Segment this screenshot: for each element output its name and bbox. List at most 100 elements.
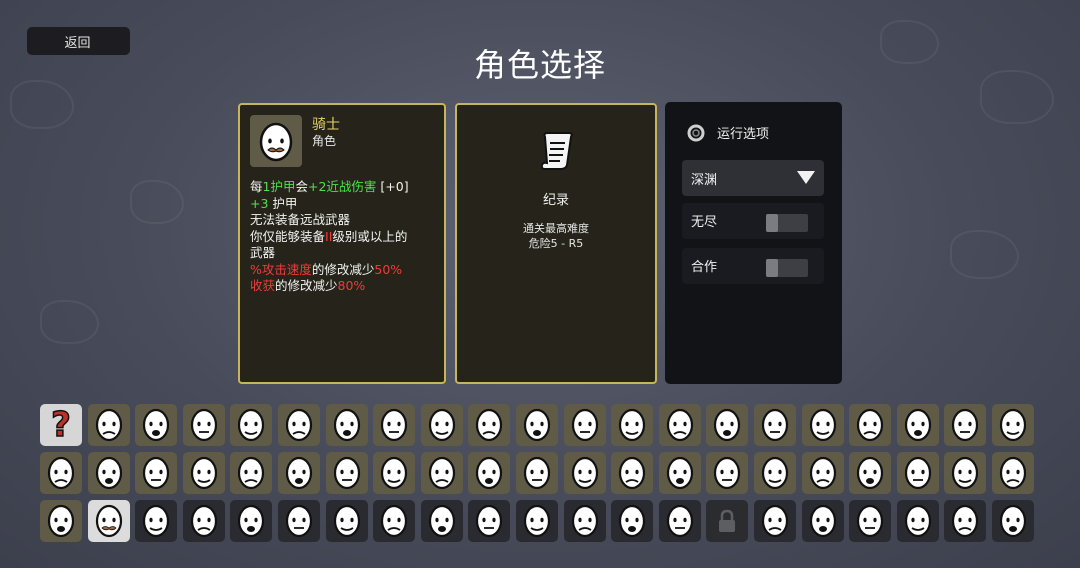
- character-slot[interactable]: [754, 452, 796, 494]
- character-slot[interactable]: [659, 404, 701, 446]
- character-slot[interactable]: [992, 452, 1034, 494]
- character-slot[interactable]: [849, 452, 891, 494]
- character-slot[interactable]: [516, 404, 558, 446]
- character-slot[interactable]: [802, 500, 844, 542]
- character-face-icon: [571, 504, 599, 538]
- character-slot[interactable]: [468, 452, 510, 494]
- desc-text: 级别或以上的: [332, 228, 408, 244]
- character-slot[interactable]: [88, 404, 130, 446]
- character-slot[interactable]: [468, 500, 510, 542]
- character-face-icon: [571, 456, 599, 490]
- character-slot[interactable]: [278, 500, 320, 542]
- character-slot[interactable]: [88, 452, 130, 494]
- character-face-icon: [523, 504, 551, 538]
- background-doodle: [950, 230, 1019, 279]
- character-face-icon: [380, 408, 408, 442]
- character-slot[interactable]: [230, 500, 272, 542]
- character-slot[interactable]: [754, 500, 796, 542]
- character-slot[interactable]: [373, 500, 415, 542]
- coop-option-row: 合作: [682, 248, 824, 284]
- character-face-icon: [904, 456, 932, 490]
- character-slot[interactable]: [992, 404, 1034, 446]
- character-slot[interactable]: [40, 500, 82, 542]
- desc-negative: 收获: [250, 278, 276, 293]
- character-face-icon: [999, 408, 1027, 442]
- character-slot[interactable]: [564, 500, 606, 542]
- character-face-icon: [333, 408, 361, 442]
- desc-negative: 80%: [337, 278, 366, 293]
- character-slot[interactable]: [611, 404, 653, 446]
- endless-label: 无尽: [691, 215, 718, 230]
- character-slot[interactable]: [326, 404, 368, 446]
- character-face-icon: [285, 456, 313, 490]
- character-face-icon: [809, 408, 837, 442]
- character-slot[interactable]: [802, 404, 844, 446]
- character-slot[interactable]: [278, 404, 320, 446]
- character-face-icon: [237, 504, 265, 538]
- character-face-icon: [951, 408, 979, 442]
- character-slot[interactable]: [135, 452, 177, 494]
- character-slot[interactable]: [564, 404, 606, 446]
- character-slot[interactable]: [706, 404, 748, 446]
- character-face-icon: [428, 408, 456, 442]
- character-slot[interactable]: [564, 452, 606, 494]
- character-slot[interactable]: [183, 500, 225, 542]
- character-face-icon: [142, 504, 170, 538]
- character-slot[interactable]: [421, 452, 463, 494]
- character-slot[interactable]: [897, 452, 939, 494]
- character-slot[interactable]: [135, 404, 177, 446]
- character-slot[interactable]: [944, 404, 986, 446]
- character-slot[interactable]: [373, 404, 415, 446]
- character-slot[interactable]: [183, 404, 225, 446]
- character-slot[interactable]: [421, 404, 463, 446]
- character-face-icon: [47, 504, 75, 538]
- character-slot[interactable]: [897, 500, 939, 542]
- character-slot[interactable]: [468, 404, 510, 446]
- character-face-icon: [475, 408, 503, 442]
- character-slot[interactable]: [40, 452, 82, 494]
- desc-line: 你仅能够装备II级别或以上的: [250, 229, 438, 246]
- character-slot[interactable]: [326, 452, 368, 494]
- character-slot[interactable]: [230, 452, 272, 494]
- question-mark-icon: ?: [50, 404, 71, 446]
- character-face-icon: [333, 504, 361, 538]
- coop-toggle[interactable]: [766, 259, 808, 277]
- toggle-knob: [766, 214, 778, 232]
- character-slot[interactable]: [992, 500, 1034, 542]
- random-character-button[interactable]: ?: [40, 404, 82, 446]
- character-slot[interactable]: [944, 452, 986, 494]
- character-face-icon: [285, 408, 313, 442]
- character-slot[interactable]: [183, 452, 225, 494]
- character-slot[interactable]: [421, 500, 463, 542]
- character-slot[interactable]: [326, 500, 368, 542]
- character-slot[interactable]: [278, 452, 320, 494]
- character-slot[interactable]: [944, 500, 986, 542]
- character-slot[interactable]: [230, 404, 272, 446]
- desc-text: 的修改减少: [311, 261, 375, 277]
- character-slot[interactable]: [516, 452, 558, 494]
- character-slot[interactable]: [611, 452, 653, 494]
- desc-text: 每: [250, 179, 263, 194]
- character-slot[interactable]: [802, 452, 844, 494]
- page-title: 角色选择: [473, 46, 606, 84]
- locked-character-slot[interactable]: [706, 500, 748, 542]
- endless-toggle[interactable]: [766, 214, 808, 232]
- character-slot[interactable]: [849, 404, 891, 446]
- character-slot[interactable]: [659, 452, 701, 494]
- character-face-icon: [856, 408, 884, 442]
- character-face-icon: [856, 504, 884, 538]
- record-subtitle: 通关最高难度: [523, 222, 589, 235]
- character-slot[interactable]: [706, 452, 748, 494]
- character-slot[interactable]: [897, 404, 939, 446]
- character-face-icon: [618, 504, 646, 538]
- character-slot[interactable]: [516, 500, 558, 542]
- character-slot[interactable]: [611, 500, 653, 542]
- desc-text: [+0]: [376, 179, 409, 194]
- selected-character-slot[interactable]: [88, 500, 130, 542]
- character-slot[interactable]: [135, 500, 177, 542]
- character-slot[interactable]: [373, 452, 415, 494]
- difficulty-select[interactable]: 深渊: [682, 160, 824, 196]
- character-slot[interactable]: [659, 500, 701, 542]
- character-slot[interactable]: [849, 500, 891, 542]
- character-slot[interactable]: [754, 404, 796, 446]
